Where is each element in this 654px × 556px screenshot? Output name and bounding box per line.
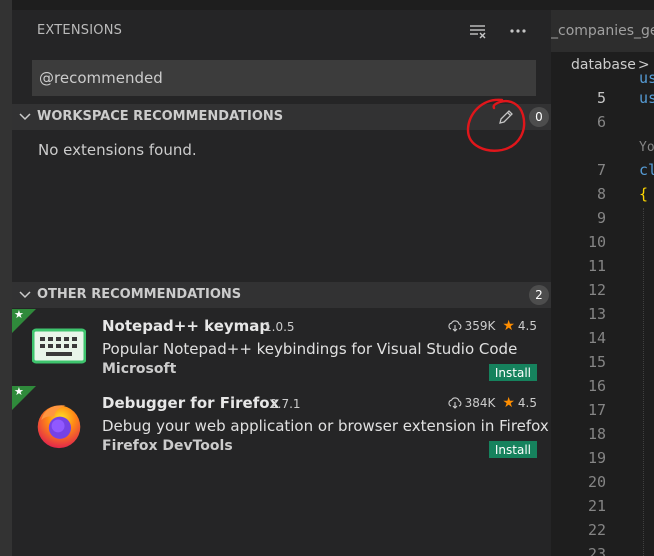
rating-value: 4.5 xyxy=(517,319,537,333)
recommended-star-icon: ★ xyxy=(14,385,24,398)
extension-version: 1.0.5 xyxy=(264,320,295,334)
rating-star-icon: ★ xyxy=(502,318,515,334)
line-number: 15 xyxy=(587,353,606,371)
extension-stats: 384K ★ 4.5 xyxy=(448,395,537,411)
other-count-badge: 2 xyxy=(529,285,549,305)
code-text: us xyxy=(639,69,654,87)
code-text: us xyxy=(639,89,654,107)
more-actions-icon[interactable] xyxy=(507,20,529,42)
line-number: 22 xyxy=(587,521,606,539)
line-number: 6 xyxy=(596,113,606,131)
line-number: 5 xyxy=(596,89,606,107)
workspace-recommendations-header[interactable]: WORKSPACE RECOMMENDATIONS 0 xyxy=(12,104,551,130)
extension-item-notepad-keymap[interactable]: ★ Notepad++ keymap 1.0.5 359K ★ 4.5 Popu… xyxy=(12,309,551,385)
cloud-download-icon xyxy=(448,320,461,332)
code-text: cl xyxy=(639,161,654,179)
extension-name: Notepad++ keymap xyxy=(102,317,271,335)
chevron-down-icon xyxy=(19,291,31,299)
install-button[interactable]: Install xyxy=(488,364,537,381)
rating-value: 4.5 xyxy=(517,396,537,410)
rating-star-icon: ★ xyxy=(502,395,515,411)
line-number: 23 xyxy=(587,545,606,556)
keyboard-icon xyxy=(32,328,86,364)
other-recommendations-title: OTHER RECOMMENDATIONS xyxy=(37,287,242,302)
line-number: 16 xyxy=(587,377,606,395)
activity-bar xyxy=(0,0,12,556)
line-number: 10 xyxy=(587,233,606,251)
editor-area: _companies_ge database > us 5 us 6 Yo 7 cl 8 {9 10… xyxy=(551,0,654,556)
clear-filter-icon[interactable] xyxy=(467,20,489,42)
workspace-count-badge: 0 xyxy=(529,107,549,127)
other-recommendations-header[interactable]: OTHER RECOMMENDATIONS 2 xyxy=(12,282,551,308)
line-number: 12 xyxy=(587,281,606,299)
cloud-download-icon xyxy=(448,397,461,409)
download-count: 384K xyxy=(464,396,496,410)
breadcrumb-item[interactable]: database xyxy=(571,57,636,73)
line-number: 20 xyxy=(587,473,606,491)
code-lens-text: Yo xyxy=(639,140,654,155)
code-text: { xyxy=(639,185,649,203)
tab-label: _companies_ge xyxy=(551,23,654,39)
line-number: 14 xyxy=(587,329,606,347)
extension-item-debugger-firefox[interactable]: ★ Debugger for Firefox 2.7.1 384K ★ 4.5 … xyxy=(12,386,551,462)
sidebar-title: EXTENSIONS xyxy=(37,23,123,38)
breadcrumb[interactable]: database > xyxy=(571,57,650,73)
pencil-icon[interactable] xyxy=(496,107,516,127)
extension-publisher[interactable]: Microsoft xyxy=(102,361,176,377)
install-button[interactable]: Install xyxy=(488,441,537,458)
download-count: 359K xyxy=(464,319,496,333)
extension-description: Popular Notepad++ keybindings for Visual… xyxy=(102,340,518,358)
extension-name: Debugger for Firefox xyxy=(102,394,280,412)
line-number: 18 xyxy=(587,425,606,443)
chevron-down-icon xyxy=(19,113,31,121)
workspace-recommendations-title: WORKSPACE RECOMMENDATIONS xyxy=(37,109,284,124)
extensions-sidebar: EXTENSIONS WORKSPACE RECOMMENDATIONS 0 N… xyxy=(12,10,551,556)
firefox-icon xyxy=(37,405,81,449)
line-number: 11 xyxy=(587,257,606,275)
line-number: 19 xyxy=(587,449,606,467)
extension-description: Debug your web application or browser ex… xyxy=(102,417,549,435)
line-number: 17 xyxy=(587,401,606,419)
extension-version: 2.7.1 xyxy=(270,397,301,411)
editor-tab[interactable]: _companies_ge xyxy=(551,10,654,52)
line-number: 8 xyxy=(596,185,606,203)
line-number: 9 xyxy=(596,209,606,227)
extension-search-input[interactable] xyxy=(32,60,536,96)
line-number: 7 xyxy=(596,161,606,179)
extension-publisher[interactable]: Firefox DevTools xyxy=(102,438,233,454)
no-extensions-message: No extensions found. xyxy=(38,141,197,159)
indent-guide xyxy=(643,208,644,556)
line-number: 21 xyxy=(587,497,606,515)
line-number: 13 xyxy=(587,305,606,323)
recommended-star-icon: ★ xyxy=(14,308,24,321)
extension-stats: 359K ★ 4.5 xyxy=(448,318,537,334)
